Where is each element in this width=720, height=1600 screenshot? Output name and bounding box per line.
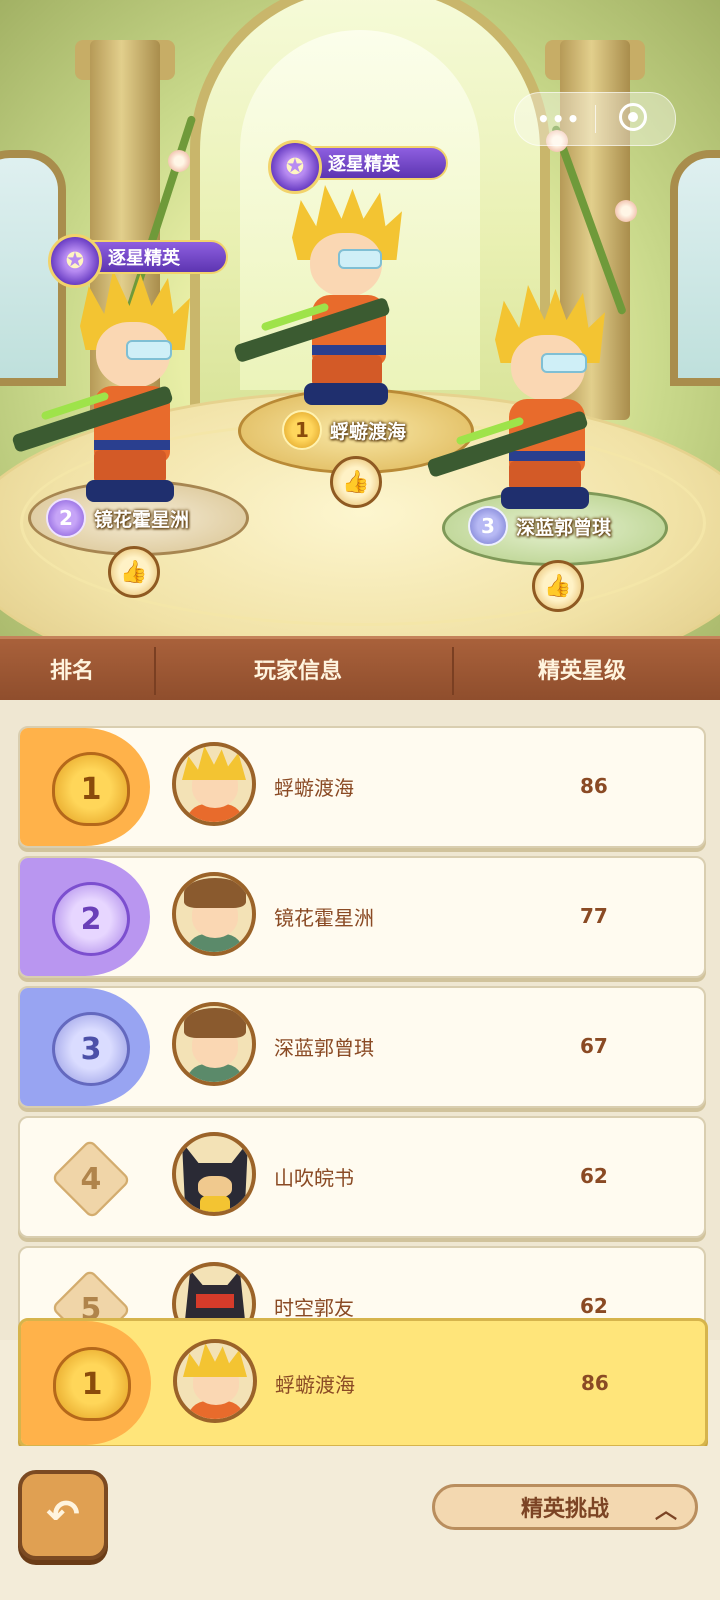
header-elite-stars: 精英星级 xyxy=(538,659,627,684)
rank-medal-icon: 3 xyxy=(468,506,508,546)
elite-star-score: 62 xyxy=(580,1164,608,1188)
thumbs-up-icon: 👍 xyxy=(342,469,370,495)
podium-name-second: 2 镜花霍星洲 xyxy=(46,498,189,538)
avatar[interactable] xyxy=(172,872,256,956)
ranking-row[interactable]: 1 蜉蝣渡海 86 xyxy=(18,726,706,848)
right-window xyxy=(670,150,720,386)
ranking-list[interactable]: 1 蜉蝣渡海 86 2 镜花霍星洲 77 3 深蓝郭曾琪 67 4 山吹皖书 6… xyxy=(0,700,720,1340)
flower xyxy=(615,200,637,222)
star-emblem-icon: ✪ xyxy=(268,140,322,194)
my-avatar[interactable] xyxy=(173,1339,257,1423)
my-rank-row[interactable]: 1 蜉蝣渡海 86 xyxy=(18,1318,708,1448)
back-button[interactable]: ↶ xyxy=(18,1470,108,1560)
hero-second[interactable] xyxy=(10,270,210,510)
flower xyxy=(168,150,190,172)
target-circle-icon[interactable] xyxy=(619,103,647,131)
like-button-third[interactable]: 👍 xyxy=(532,560,584,612)
gold-rank-badge-icon: 1 xyxy=(53,1347,131,1421)
like-button-second[interactable]: 👍 xyxy=(108,546,160,598)
elite-title-banner-second: ✪ 逐星精英 xyxy=(48,234,228,288)
avatar[interactable] xyxy=(172,1002,256,1086)
elite-challenge-button[interactable]: 精英挑战 ︿ xyxy=(432,1484,698,1530)
ranking-row[interactable]: 4 山吹皖书 62 xyxy=(18,1116,706,1238)
player-name: 时空郭友 xyxy=(274,1296,354,1320)
capsule-divider xyxy=(595,105,596,133)
header-divider xyxy=(154,647,156,695)
rank-medal-icon: 2 xyxy=(46,498,86,538)
header-player-info: 玩家信息 xyxy=(254,659,343,684)
elite-star-score: 62 xyxy=(580,1294,608,1318)
gold-rank-badge-icon: 1 xyxy=(52,752,130,826)
thumbs-up-icon: 👍 xyxy=(120,559,148,585)
bottom-bar: ↶ 精英挑战 ︿ xyxy=(0,1446,720,1600)
more-dots-icon[interactable]: ••• xyxy=(537,107,581,131)
podium-name-third: 3 深蓝郭曾琪 xyxy=(468,506,611,546)
player-name: 镜花霍星洲 xyxy=(274,906,374,930)
player-name: 山吹皖书 xyxy=(274,1166,354,1190)
header-divider xyxy=(452,647,454,695)
podium-name-first: 1 蜉蝣渡海 xyxy=(282,410,406,450)
avatar[interactable] xyxy=(172,1132,256,1216)
rank-medal-icon: 1 xyxy=(282,410,322,450)
my-player-name: 蜉蝣渡海 xyxy=(275,1373,355,1397)
chevron-up-icon: ︿ xyxy=(654,1499,677,1524)
elite-title-banner-first: ✪ 逐星精英 xyxy=(268,140,448,194)
mini-program-capsule: ••• xyxy=(514,92,676,146)
my-elite-star-score: 86 xyxy=(581,1371,609,1395)
ranking-table-header: 排名 玩家信息 精英星级 xyxy=(0,636,720,703)
player-name: 深蓝郭曾琪 xyxy=(274,1036,374,1060)
ranking-row[interactable]: 2 镜花霍星洲 77 xyxy=(18,856,706,978)
back-arrow-icon: ↶ xyxy=(46,1492,80,1538)
ranking-row[interactable]: 3 深蓝郭曾琪 67 xyxy=(18,986,706,1108)
avatar[interactable] xyxy=(172,742,256,826)
like-button-first[interactable]: 👍 xyxy=(330,456,382,508)
star-emblem-icon: ✪ xyxy=(48,234,102,288)
elite-star-score: 86 xyxy=(580,774,608,798)
thumbs-up-icon: 👍 xyxy=(544,573,572,599)
header-rank: 排名 xyxy=(50,659,95,684)
elite-star-score: 77 xyxy=(580,904,608,928)
podium-stage: ✪ 逐星精英 ✪ 逐星精英 1 蜉蝣渡海 2 镜花霍星洲 3 深蓝郭曾琪 👍 👍… xyxy=(0,0,720,645)
hero-third[interactable] xyxy=(425,285,635,515)
purple-rank-badge-icon: 2 xyxy=(52,882,130,956)
player-name: 蜉蝣渡海 xyxy=(274,776,354,800)
diamond-rank-badge-icon: 4 xyxy=(50,1138,132,1220)
blue-rank-badge-icon: 3 xyxy=(52,1012,130,1086)
hero-first[interactable] xyxy=(233,185,440,415)
elite-star-score: 67 xyxy=(580,1034,608,1058)
